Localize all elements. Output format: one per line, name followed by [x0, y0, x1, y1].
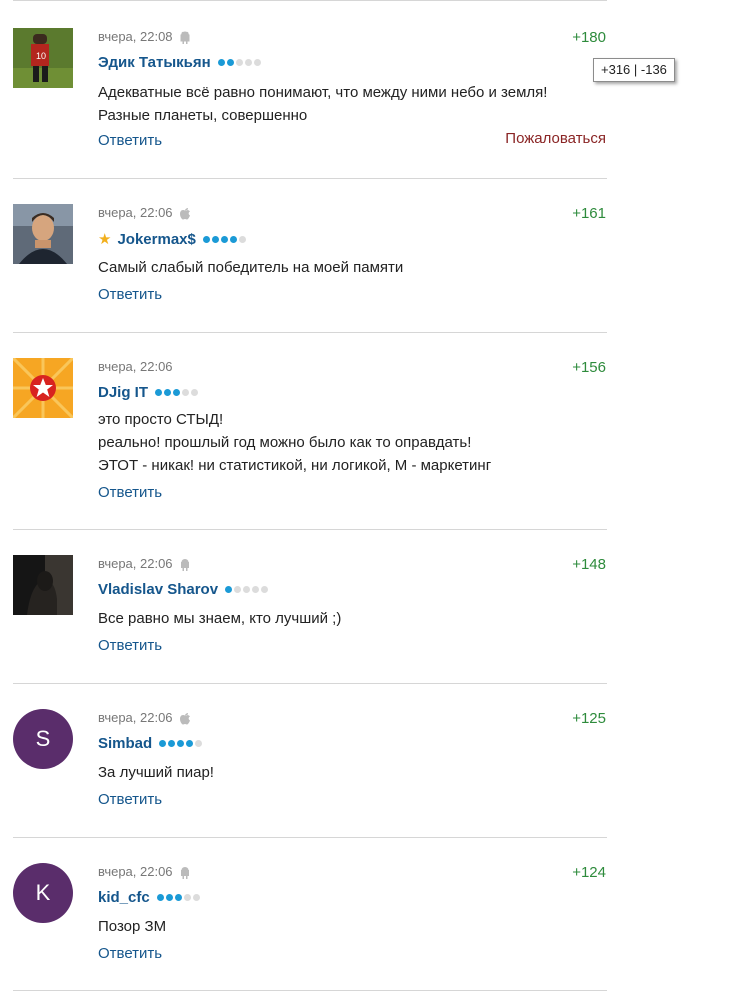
comment-meta: вчера, 22:06 — [98, 556, 191, 571]
comment-author[interactable]: Эдик Татыкьян — [98, 54, 261, 71]
reply-button[interactable]: Ответить — [98, 637, 162, 654]
comment-time: вчера, 22:06 — [98, 556, 173, 571]
comment-author[interactable]: Simbad — [98, 735, 203, 752]
comment-text: За лучший пиар! — [98, 764, 214, 781]
author-name[interactable]: kid_cfc — [98, 889, 150, 906]
user-rating-dots — [156, 894, 200, 901]
complain-button[interactable]: Пожаловаться — [470, 130, 606, 147]
user-avatar[interactable] — [13, 555, 73, 615]
apple-icon — [179, 206, 191, 220]
comment-item: вчера, 22:06 +148 Vladislav Sharov Все р… — [0, 529, 730, 679]
comment-text: Все равно мы знаем, кто лучший ;) — [98, 610, 342, 627]
comment-text: Позор ЗМ — [98, 918, 167, 935]
comment-meta: вчера, 22:06 — [98, 359, 173, 374]
comment-author[interactable]: kid_cfc — [98, 889, 200, 906]
reply-button[interactable]: Ответить — [98, 791, 162, 808]
author-name[interactable]: Vladislav Sharov — [98, 581, 218, 598]
comment-score[interactable]: +161 — [556, 205, 606, 222]
comment-text: Адекватные всё равно понимают, что между… — [98, 84, 548, 124]
comment-time: вчера, 22:06 — [98, 205, 173, 220]
comment-text: это просто СТЫД! реально! прошлый год мо… — [98, 411, 492, 474]
comment-score[interactable]: +148 — [556, 556, 606, 573]
votes-tooltip: +316 | -136 — [593, 58, 675, 82]
comment-author[interactable]: ★ Jokermax$ — [98, 230, 246, 248]
reply-button[interactable]: Ответить — [98, 132, 162, 149]
user-avatar[interactable] — [13, 204, 73, 264]
comment-time: вчера, 22:08 — [98, 29, 173, 44]
comment-score[interactable]: +180 — [556, 29, 606, 46]
comment-item: вчера, 22:06 +161 ★ Jokermax$ Самый слаб… — [0, 178, 730, 328]
comment-time: вчера, 22:06 — [98, 710, 173, 725]
comment-time: вчера, 22:06 — [98, 864, 173, 879]
user-rating-dots — [155, 389, 199, 396]
user-rating-dots — [225, 586, 269, 593]
comment-meta: вчера, 22:06 — [98, 710, 191, 725]
comment-item: вчера, 22:06 +156 DJig IT это просто СТЫ… — [0, 332, 730, 501]
comment-time: вчера, 22:06 — [98, 359, 173, 374]
user-avatar[interactable] — [13, 358, 73, 418]
comment-score[interactable]: +125 — [556, 710, 606, 727]
comment-score[interactable]: +156 — [556, 359, 606, 376]
comment-meta: вчера, 22:08 — [98, 29, 191, 44]
reply-button[interactable]: Ответить — [98, 484, 162, 501]
star-icon: ★ — [98, 231, 112, 248]
user-avatar[interactable]: K — [13, 863, 73, 923]
comment-item: K вчера, 22:06 +124 kid_cfc Позор ЗМ Отв… — [0, 837, 730, 987]
comment-author[interactable]: Vladislav Sharov — [98, 581, 269, 598]
author-name[interactable]: DJig IT — [98, 384, 148, 401]
apple-icon — [179, 711, 191, 725]
comment-item: S вчера, 22:06 +125 Simbad За лучший пиа… — [0, 683, 730, 833]
comment-author[interactable]: DJig IT — [98, 384, 199, 401]
android-icon — [179, 30, 191, 44]
author-name[interactable]: Simbad — [98, 735, 152, 752]
author-name[interactable]: Эдик Татыкьян — [98, 54, 211, 71]
user-avatar[interactable]: S — [13, 709, 73, 769]
android-icon — [179, 865, 191, 879]
user-rating-dots — [159, 740, 203, 747]
svg-text:10: 10 — [36, 51, 46, 61]
comment-text: Самый слабый победитель на моей памяти — [98, 259, 404, 276]
comment-score[interactable]: +124 — [556, 864, 606, 881]
reply-button[interactable]: Ответить — [98, 945, 162, 962]
android-icon — [179, 557, 191, 571]
user-avatar[interactable]: 10 — [13, 28, 73, 88]
user-rating-dots — [202, 235, 246, 243]
comment-meta: вчера, 22:06 — [98, 205, 191, 220]
author-name[interactable]: Jokermax$ — [117, 231, 195, 248]
user-rating-dots — [217, 59, 261, 66]
reply-button[interactable]: Ответить — [98, 286, 162, 303]
comment-meta: вчера, 22:06 — [98, 864, 191, 879]
